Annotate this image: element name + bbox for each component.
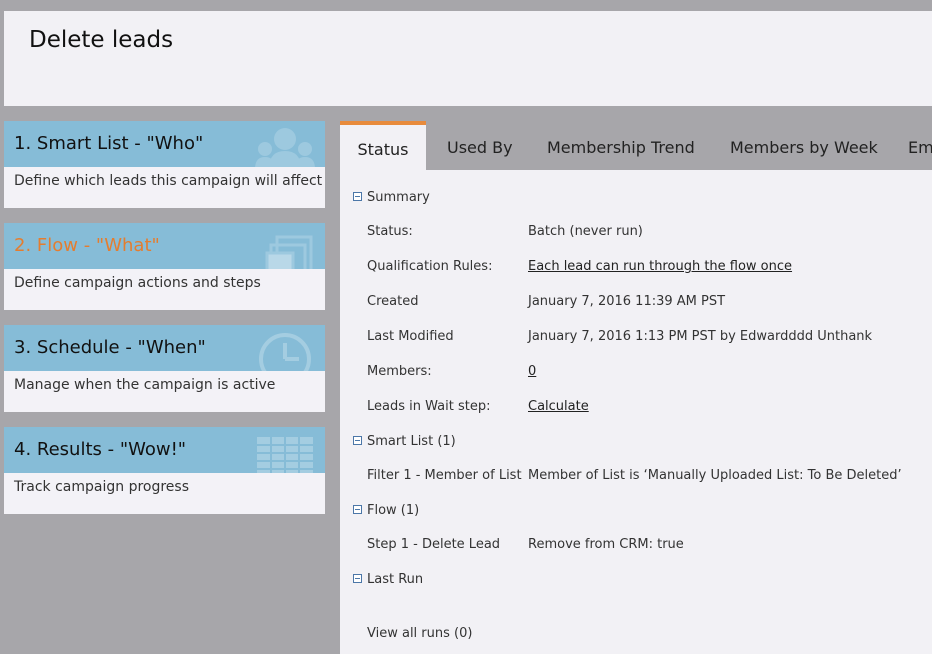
tab-members-by-week[interactable]: Members by Week (730, 121, 878, 170)
summary-section-toggle[interactable]: Summary (353, 190, 430, 205)
page-title: Delete leads (29, 27, 174, 53)
section-heading: Flow (1) (367, 503, 420, 518)
members-label: Members: (367, 364, 432, 379)
tab-status[interactable]: Status (340, 121, 426, 170)
step-card-header: 2. Flow - "What" (4, 223, 325, 269)
step-card-flow[interactable]: 2. Flow - "What" Define campaign actions… (4, 223, 325, 310)
status-value: Batch (never run) (528, 224, 643, 239)
filter-label: Filter 1 - Member of List (367, 468, 522, 483)
step-card-header: 4. Results - "Wow!" (4, 427, 325, 473)
leads-in-wait-label: Leads in Wait step: (367, 399, 491, 414)
tab-bar: Status Used By Membership Trend Members … (340, 121, 932, 170)
step-card-smart-list[interactable]: 1. Smart List - "Who" Define which leads… (4, 121, 325, 208)
collapse-icon[interactable] (353, 574, 362, 583)
step-card-results[interactable]: 4. Results - "Wow!" Track campaign progr… (4, 427, 325, 514)
qualification-rules-link[interactable]: Each lead can run through the flow once (528, 259, 792, 274)
step-title[interactable]: 4. Results - "Wow!" (14, 439, 186, 460)
last-run-section-toggle[interactable]: Last Run (353, 572, 423, 587)
section-heading: Last Run (367, 572, 424, 587)
flow-step-label: Step 1 - Delete Lead (367, 537, 501, 552)
step-title[interactable]: 1. Smart List - "Who" (14, 133, 203, 154)
status-label: Status: (367, 224, 413, 239)
step-title[interactable]: 2. Flow - "What" (14, 235, 160, 256)
collapse-icon[interactable] (353, 505, 362, 514)
step-card-header: 1. Smart List - "Who" (4, 121, 325, 167)
stacked-pages-icon (265, 235, 313, 269)
last-modified-label: Last Modified (367, 329, 454, 344)
smart-list-section-toggle[interactable]: Smart List (1) (353, 434, 456, 449)
status-panel: Summary Status: Batch (never run) Qualif… (340, 170, 932, 654)
table-icon (257, 437, 313, 473)
tab-more[interactable]: Em (908, 121, 932, 170)
created-label: Created (367, 294, 419, 309)
step-card-header: 3. Schedule - "When" (4, 325, 325, 371)
last-modified-value: January 7, 2016 1:13 PM PST by Edwardddd… (528, 329, 873, 344)
step-description: Define campaign actions and steps (14, 275, 261, 291)
clock-icon (259, 333, 311, 371)
collapse-icon[interactable] (353, 436, 362, 445)
view-all-runs-link[interactable]: View all runs (0) (367, 626, 472, 641)
step-description: Track campaign progress (14, 479, 189, 495)
section-heading: Smart List (1) (367, 434, 456, 449)
section-heading: Summary (367, 190, 430, 205)
qualification-rules-label: Qualification Rules: (367, 259, 493, 274)
collapse-icon[interactable] (353, 192, 362, 201)
step-description: Manage when the campaign is active (14, 377, 276, 393)
step-description: Define which leads this campaign will af… (14, 173, 323, 189)
members-link[interactable]: 0 (528, 364, 536, 379)
filter-value: Member of List is ‘Manually Uploaded Lis… (528, 468, 902, 483)
step-card-schedule[interactable]: 3. Schedule - "When" Manage when the cam… (4, 325, 325, 412)
people-icon (255, 128, 315, 167)
page-header: Delete leads (4, 11, 932, 106)
tab-used-by[interactable]: Used By (447, 121, 513, 170)
flow-section-toggle[interactable]: Flow (1) (353, 503, 419, 518)
tab-membership-trend[interactable]: Membership Trend (547, 121, 695, 170)
calculate-link[interactable]: Calculate (528, 399, 589, 414)
flow-step-value: Remove from CRM: true (528, 537, 684, 552)
step-title[interactable]: 3. Schedule - "When" (14, 337, 206, 358)
created-value: January 7, 2016 11:39 AM PST (528, 294, 726, 309)
